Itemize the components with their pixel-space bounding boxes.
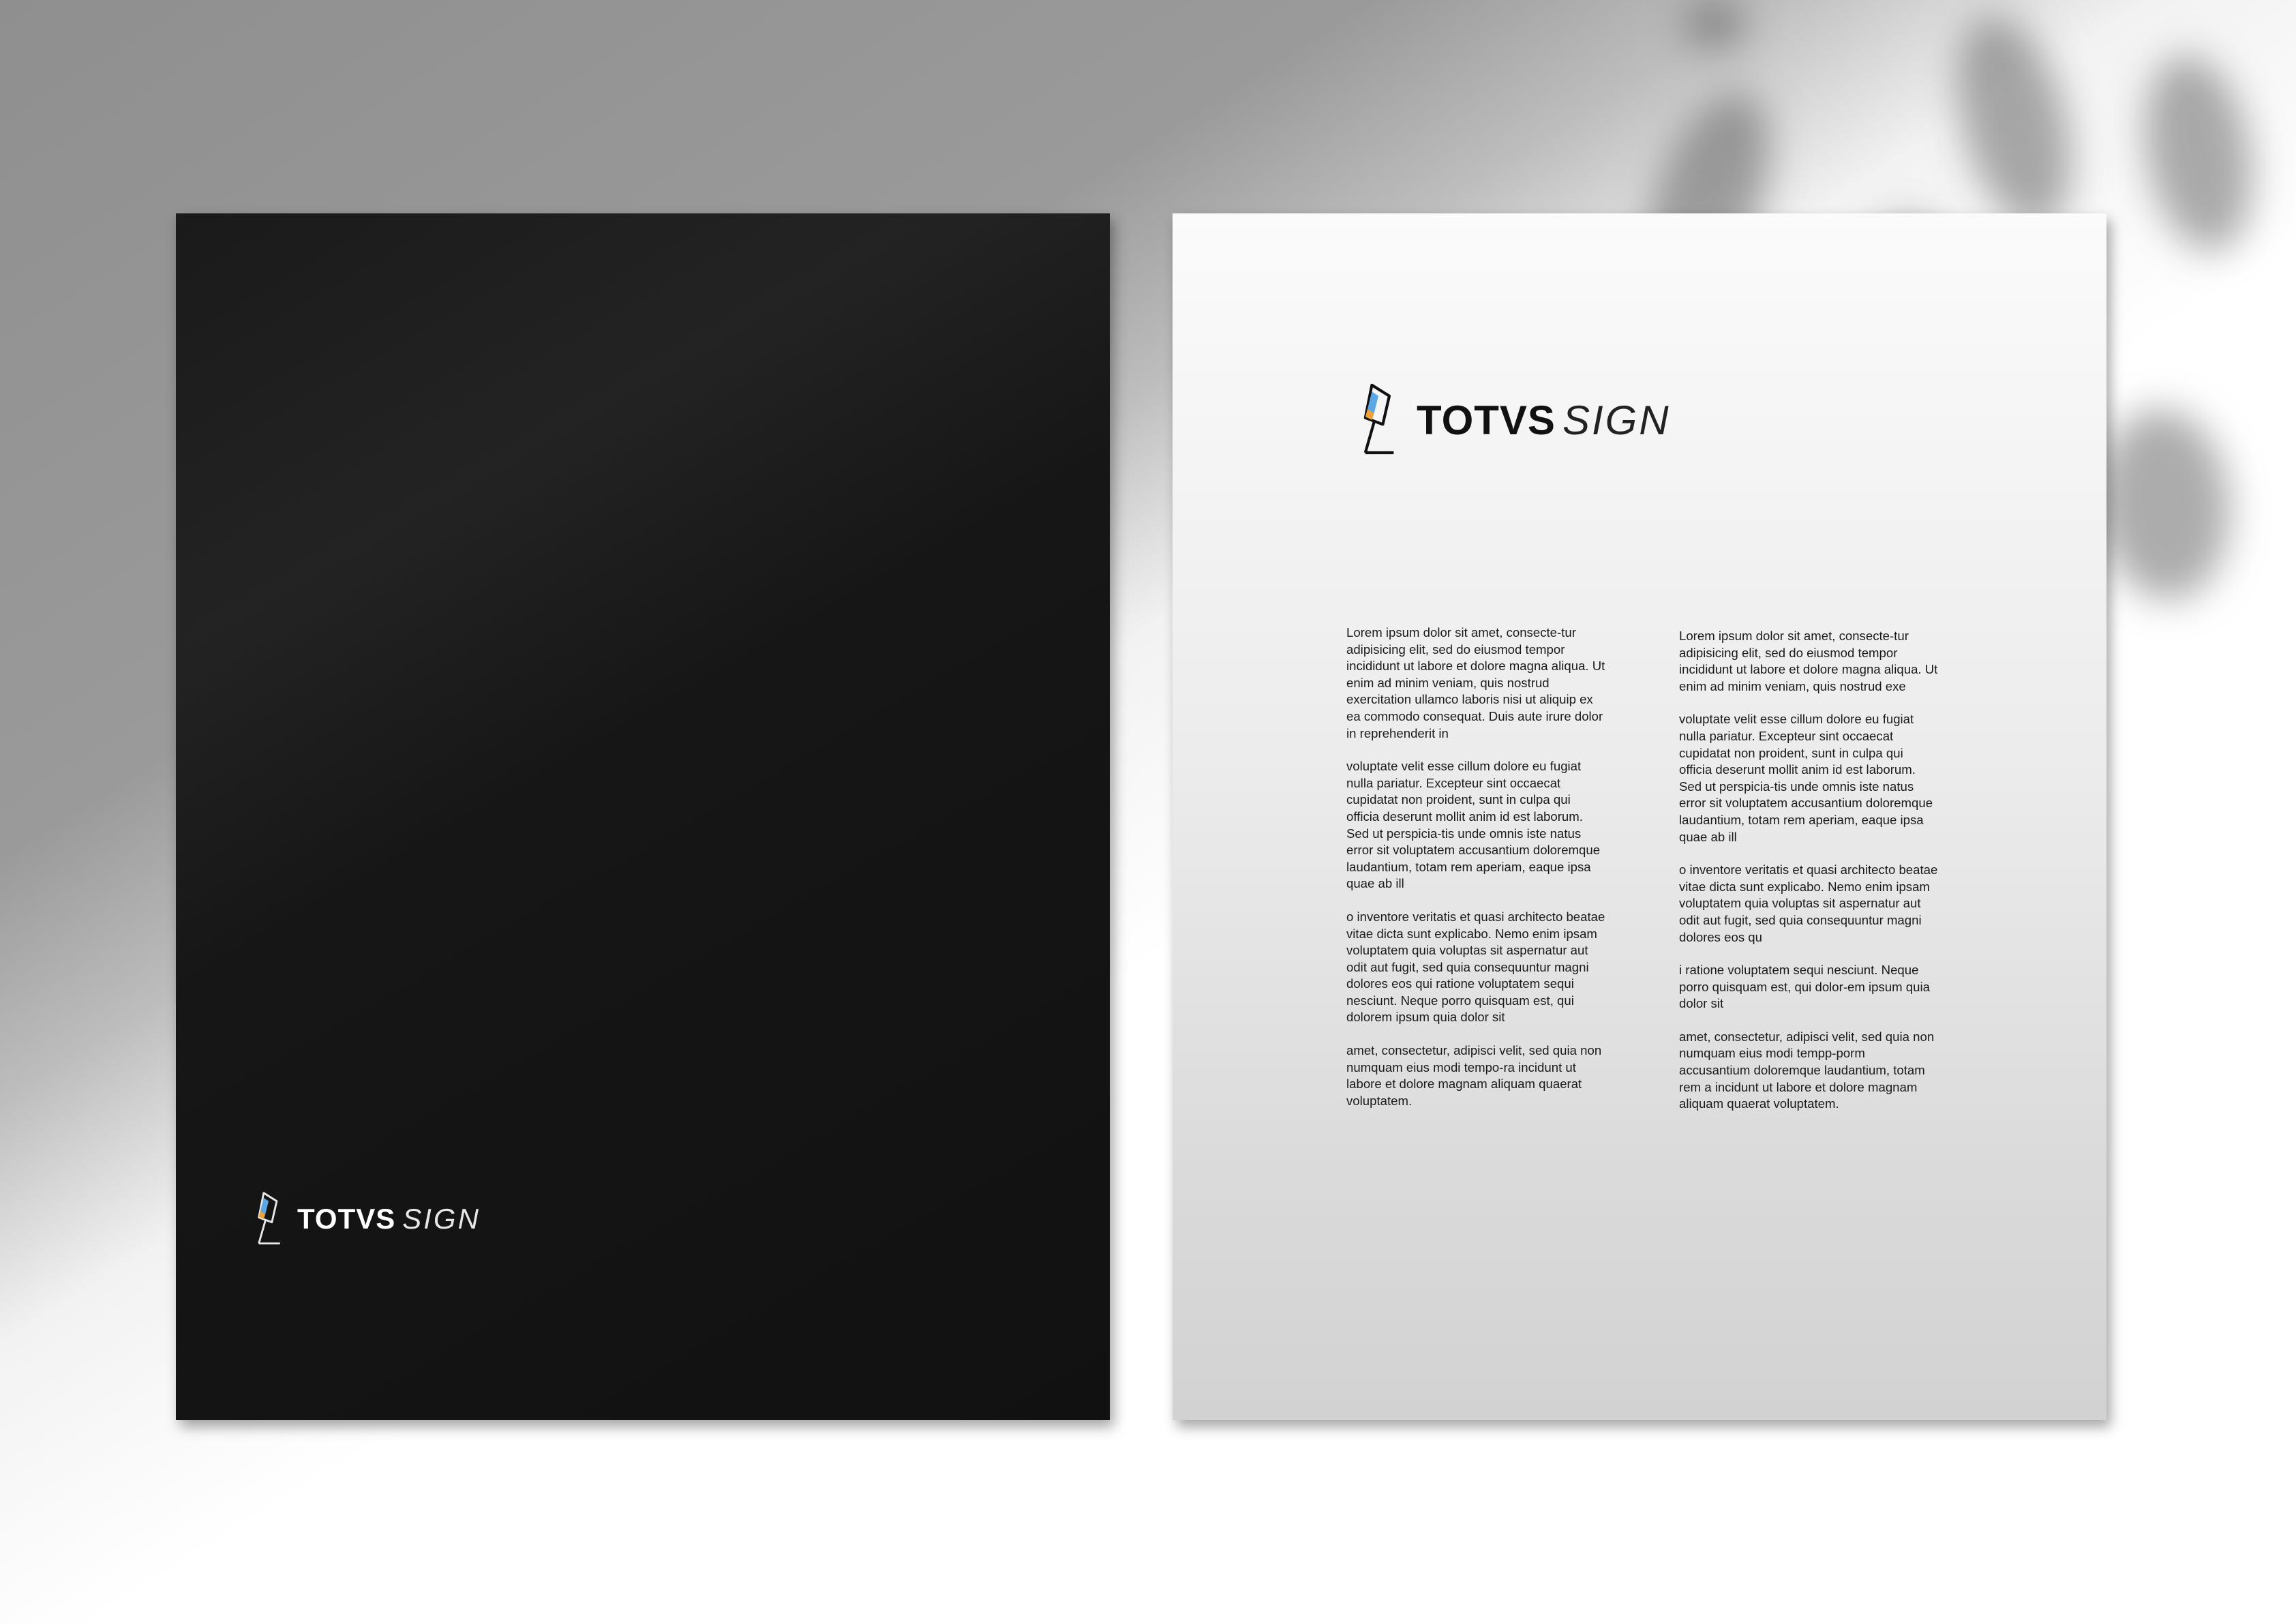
brand-logo-light: TOTVS SIGN [1357,380,1671,460]
brand-name-light: SIGN [402,1203,481,1235]
brand-name-light: SIGN [1562,397,1671,443]
paragraph: o inventore veritatis et quasi architect… [1346,909,1605,1025]
brand-logo-dark: TOTVS SIGN [252,1190,481,1248]
paragraph: voluptate velit esse cillum dolore eu fu… [1346,759,1601,891]
paragraph: voluptate velit esse cillum dolore eu fu… [1679,712,1933,844]
paragraph: Lorem ipsum dolor sit amet, consecte-tur… [1679,629,1938,693]
pen-nib-logo-icon [258,1192,280,1245]
paragraph: amet, consectetur, adipisci velit, sed q… [1679,1029,1935,1111]
leaf-shadow [1937,4,2092,241]
paragraph: i ratione voluptatem sequi nesciunt. Neq… [1679,963,1930,1011]
dark-cover-sheet: TOTVS SIGN [176,213,1110,1420]
brand-name-strong: TOTVS [297,1203,396,1235]
paragraph: amet, consectetur, adipisci velit, sed q… [1346,1043,1602,1108]
body-text-column-left: Lorem ipsum dolor sit amet, consecte-tur… [1346,625,1605,1126]
letterhead-sheet: TOTVS SIGN Lorem ipsum dolor sit amet, c… [1173,213,2106,1420]
paragraph: Lorem ipsum dolor sit amet, consecte-tur… [1346,625,1605,740]
pen-nib-logo-icon [1363,383,1394,455]
brand-name-strong: TOTVS [1417,397,1556,443]
leaf-shadow [2130,47,2267,260]
body-text-column-right: Lorem ipsum dolor sit amet, consecte-tur… [1679,628,1938,1129]
leaf-shadow [1684,0,1745,48]
paragraph: o inventore veritatis et quasi architect… [1679,862,1938,944]
leaf-shadow [2091,404,2237,605]
